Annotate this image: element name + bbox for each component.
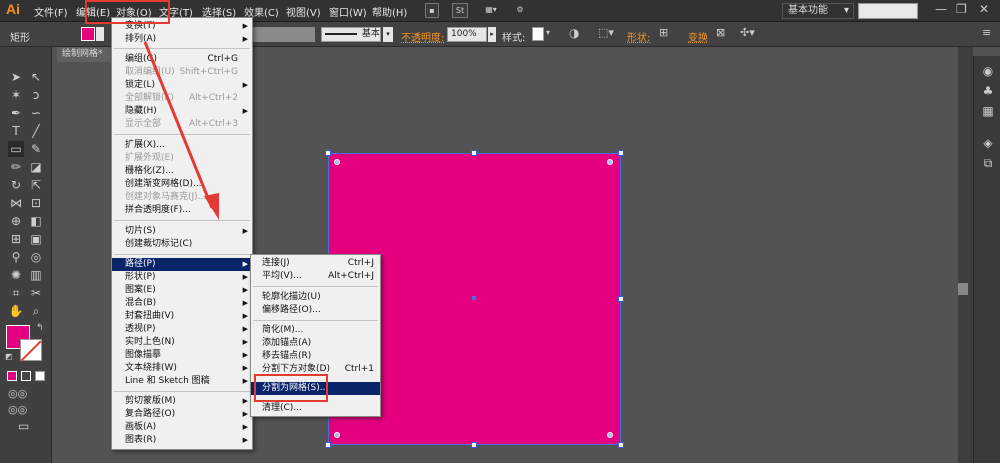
annotation-arrow-head — [204, 193, 219, 220]
annotation-arrow-line — [143, 41, 214, 209]
annotation-arrow — [143, 41, 219, 220]
